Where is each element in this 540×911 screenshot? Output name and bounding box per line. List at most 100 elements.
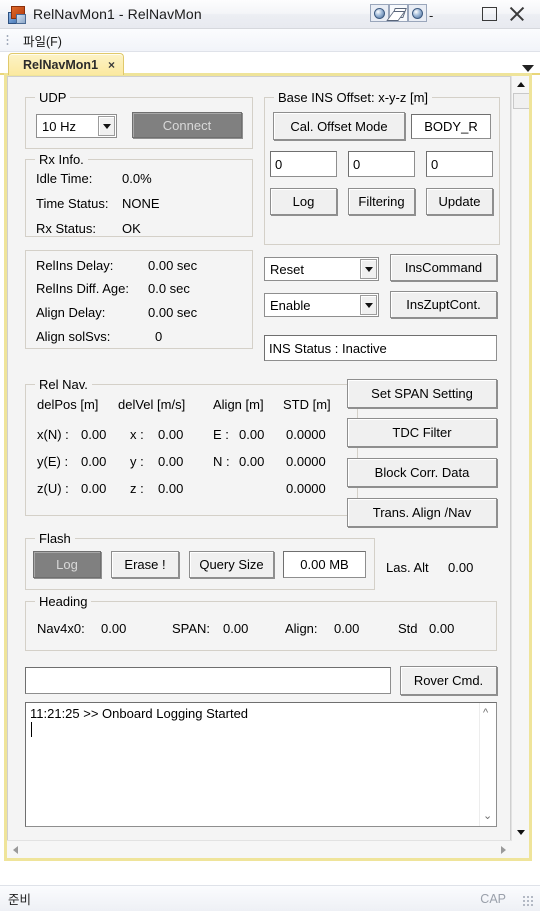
align-delay-label: Align Delay:	[36, 305, 106, 320]
scroll-down-button[interactable]	[512, 824, 529, 841]
heading-align-value: 0.00	[334, 621, 360, 636]
relnav-r0-align: 0.00	[239, 427, 265, 442]
mdi-restore-icon[interactable]	[389, 4, 408, 22]
offset-x-field[interactable]: 0	[270, 151, 337, 177]
trans-align-nav-label: Trans. Align /Nav	[372, 505, 472, 520]
menubar: 파일(F)	[0, 29, 540, 52]
flash-erase-button[interactable]: Erase !	[111, 551, 179, 578]
connect-button[interactable]: Connect	[132, 112, 242, 138]
relins-delay-label: RelIns Delay:	[36, 258, 114, 273]
offset-z-value: 0	[431, 156, 439, 172]
ins-zupt-button[interactable]: InsZuptCont.	[390, 291, 497, 318]
ins-zupt-button-label: InsZuptCont.	[406, 297, 481, 312]
window-titlebar: RelNavMon1 - RelNavMon -	[0, 0, 540, 29]
log-scrollbar[interactable]: ^ ⌄	[479, 703, 496, 826]
menu-item-file[interactable]: 파일(F)	[17, 29, 68, 52]
mdi-close-icon[interactable]	[408, 4, 427, 22]
rover-command-input[interactable]	[25, 667, 391, 694]
group-rel-nav-label: Rel Nav.	[35, 377, 92, 392]
ins-status-field: INS Status : Inactive	[264, 335, 497, 361]
align-solsvs-label: Align solSvs:	[36, 329, 111, 344]
chevron-down-icon[interactable]	[360, 295, 377, 315]
group-flash-label: Flash	[35, 531, 75, 546]
offset-filtering-button[interactable]: Filtering	[348, 188, 415, 215]
ins-command-button[interactable]: InsCommand	[390, 254, 497, 281]
relnav-r0-vel-label: x :	[130, 427, 144, 442]
offset-z-field[interactable]: 0	[426, 151, 493, 177]
relnav-r0-pos-label: x(N) :	[37, 427, 69, 442]
relnav-header-align: Align [m]	[213, 397, 264, 412]
flash-log-button[interactable]: Log	[33, 551, 101, 578]
udp-rate-select[interactable]: 10 Hz	[36, 114, 117, 138]
scrollbar-corner	[512, 841, 529, 858]
rover-cmd-button[interactable]: Rover Cmd.	[400, 666, 497, 695]
rover-cmd-label: Rover Cmd.	[413, 673, 484, 688]
flash-query-size-button[interactable]: Query Size	[189, 551, 274, 578]
block-corr-data-label: Block Corr. Data	[374, 465, 470, 480]
rx-status-label: Rx Status:	[36, 221, 96, 236]
chevron-down-icon[interactable]	[360, 259, 377, 279]
relnav-r1-vel: 0.00	[158, 454, 184, 469]
offset-log-label: Log	[292, 194, 315, 209]
tab-overflow-icon[interactable]	[522, 65, 534, 72]
relnav-r0-align-label: E :	[213, 427, 229, 442]
heading-span-value: 0.00	[223, 621, 249, 636]
scroll-up-icon[interactable]: ^	[483, 707, 488, 719]
ins-status-text: INS Status : Inactive	[269, 340, 387, 356]
tab-label: RelNavMon1	[23, 57, 99, 72]
trans-align-nav-button[interactable]: Trans. Align /Nav	[347, 498, 497, 527]
relnav-header-delpos: delPos [m]	[37, 397, 99, 412]
heading-span-label: SPAN:	[172, 621, 211, 636]
flash-log-label: Log	[56, 557, 78, 572]
offset-update-button[interactable]: Update	[426, 188, 493, 215]
offset-filtering-label: Filtering	[358, 194, 405, 209]
menu-grip-icon[interactable]	[6, 33, 9, 47]
minimize-dash[interactable]: -	[429, 9, 433, 22]
text-caret	[31, 722, 32, 737]
ins-command-select[interactable]: Reset	[264, 257, 379, 281]
scroll-down-icon[interactable]: ⌄	[483, 809, 492, 822]
scroll-right-button[interactable]	[495, 841, 512, 858]
ins-zupt-select[interactable]: Enable	[264, 293, 379, 317]
tdc-filter-button[interactable]: TDC Filter	[347, 418, 497, 447]
resize-grip-icon[interactable]	[522, 895, 535, 908]
status-ready-text: 준비	[8, 893, 32, 907]
frame-field[interactable]: BODY_R	[411, 114, 491, 139]
maximize-icon	[481, 7, 497, 21]
block-corr-data-button[interactable]: Block Corr. Data	[347, 458, 497, 487]
scroll-up-button[interactable]	[512, 76, 529, 93]
time-status-value: NONE	[122, 196, 160, 211]
tab-close-icon[interactable]: ×	[108, 58, 115, 72]
tab-relnavmon1[interactable]: RelNavMon1 ×	[8, 53, 125, 75]
ins-zupt-select-value: Enable	[270, 297, 311, 313]
offset-y-field[interactable]: 0	[348, 151, 415, 177]
relnav-r1-vel-label: y :	[130, 454, 144, 469]
form-horizontal-scrollbar[interactable]	[7, 840, 512, 858]
group-heading-label: Heading	[35, 594, 92, 609]
heading-nav4x0-label: Nav4x0:	[37, 621, 85, 636]
cal-offset-mode-button[interactable]: Cal. Offset Mode	[273, 112, 405, 140]
group-heading: Heading	[25, 594, 497, 651]
close-icon	[508, 5, 526, 23]
relnav-r2-pos-label: z(U) :	[37, 481, 69, 496]
scroll-left-button[interactable]	[7, 841, 24, 858]
log-line: 11:21:25 >> Onboard Logging Started	[30, 706, 249, 721]
heading-align-label: Align:	[285, 621, 318, 636]
set-span-setting-button[interactable]: Set SPAN Setting	[347, 379, 497, 408]
las-alt-value: 0.00	[448, 560, 474, 575]
set-span-setting-label: Set SPAN Setting	[371, 386, 473, 401]
relnav-r1-align: 0.00	[239, 454, 265, 469]
relins-delay-value: 0.00 sec	[148, 258, 198, 273]
connect-button-label: Connect	[162, 117, 212, 133]
group-udp-label: UDP	[35, 90, 71, 105]
chevron-down-icon[interactable]	[98, 116, 115, 136]
offset-x-value: 0	[275, 156, 283, 172]
log-output[interactable]: 11:21:25 >> Onboard Logging Started ^ ⌄	[25, 702, 497, 827]
offset-log-button[interactable]: Log	[270, 188, 337, 215]
close-button[interactable]	[500, 0, 534, 28]
vertical-scroll-thumb[interactable]	[513, 93, 529, 109]
relnav-header-std: STD [m]	[283, 397, 331, 412]
form-vertical-scrollbar[interactable]	[511, 76, 529, 841]
relnav-header-delvel: delVel [m/s]	[118, 397, 186, 412]
relnav-r1-align-label: N :	[213, 454, 230, 469]
